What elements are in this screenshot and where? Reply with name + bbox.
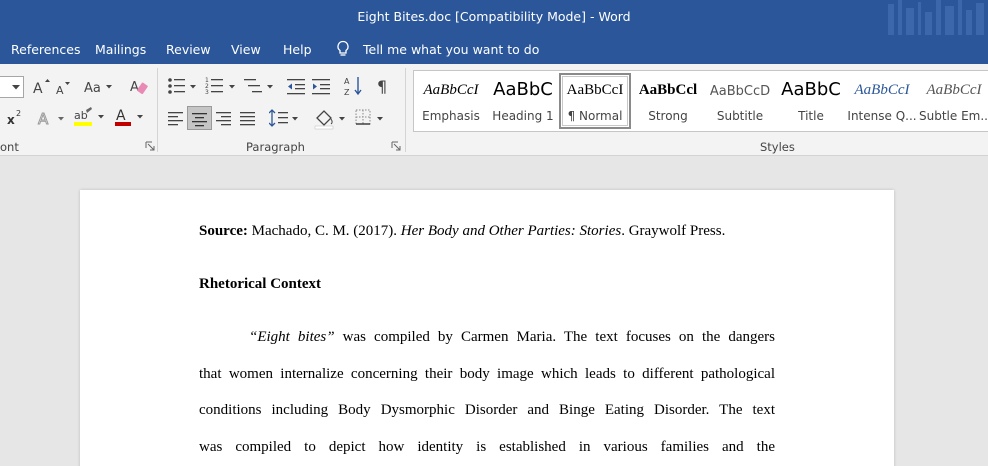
lightbulb-icon[interactable] — [334, 40, 352, 58]
multilevel-list-icon[interactable] — [244, 76, 276, 96]
ribbon-tabs: References Mailings Review View Help Tel… — [0, 35, 988, 64]
style-emphasis[interactable]: AaBbCcI Emphasis — [416, 73, 486, 129]
tab-help[interactable]: Help — [283, 42, 312, 57]
dialog-launcher-icon[interactable] — [145, 141, 155, 151]
borders-icon[interactable] — [355, 108, 387, 128]
paragraph-text: was compiled by Carmen Maria. The text f… — [334, 329, 775, 345]
section-heading[interactable]: Rhetorical Context — [199, 276, 775, 293]
styles-group-label: Styles — [760, 140, 795, 154]
chevron-down-icon — [12, 85, 20, 90]
text-effects-icon[interactable]: A — [37, 108, 67, 128]
source-book-title: Her Body and Other Parties: Stories — [400, 223, 622, 239]
quoted-title: “Eight bites” — [249, 329, 335, 345]
highlight-color-icon[interactable]: ab — [72, 106, 108, 128]
style-title[interactable]: AaBbC Title — [777, 73, 845, 129]
style-sample: AaBbCcI — [566, 82, 624, 98]
decrease-indent-icon[interactable] — [287, 76, 307, 96]
paragraph-group-label: Paragraph — [246, 140, 305, 154]
tell-me-search[interactable]: Tell me what you want to do — [363, 42, 539, 57]
tab-view[interactable]: View — [231, 42, 261, 57]
tab-mailings[interactable]: Mailings — [95, 42, 146, 57]
paragraph-line-1[interactable]: “Eight bites” was compiled by Carmen Mar… — [199, 329, 775, 346]
style-heading-1[interactable]: AaBbC Heading 1 — [488, 73, 558, 129]
source-line[interactable]: Source: Machado, C. M. (2017). Her Body … — [199, 223, 775, 240]
font-group-label: ont — [0, 140, 19, 154]
style-label: Intense Q... — [847, 109, 917, 123]
svg-text:A: A — [116, 108, 126, 124]
numbering-icon[interactable]: 123 — [205, 76, 239, 96]
increase-indent-icon[interactable] — [312, 76, 332, 96]
styles-gallery: AaBbCcI Emphasis AaBbC Heading 1 AaBbCcI… — [413, 70, 988, 132]
style-subtitle[interactable]: AaBbCcD Subtitle — [705, 73, 775, 129]
svg-text:A: A — [56, 84, 64, 96]
document-page[interactable]: Source: Machado, C. M. (2017). Her Body … — [80, 190, 894, 466]
clear-formatting-icon[interactable]: A — [130, 77, 148, 95]
style-label: Subtle Em... — [919, 109, 988, 123]
superscript-icon[interactable]: x 2 — [7, 109, 25, 127]
group-separator — [405, 68, 406, 152]
align-center-button[interactable] — [187, 106, 212, 130]
font-size-dropdown[interactable] — [0, 76, 24, 98]
svg-text:2: 2 — [16, 109, 21, 118]
style-label: Subtitle — [716, 109, 764, 123]
style-normal[interactable]: AaBbCcI ¶ Normal — [559, 73, 631, 129]
style-sample: AaBbCcl — [638, 82, 698, 98]
svg-text:A: A — [130, 80, 139, 95]
svg-text:3: 3 — [205, 89, 209, 96]
style-sample: AaBbC — [781, 79, 841, 100]
style-label: Heading 1 — [492, 109, 554, 123]
show-formatting-marks-icon[interactable]: ¶ — [376, 76, 392, 96]
tab-references[interactable]: References — [11, 42, 80, 57]
paragraph-line-3[interactable]: conditions including Body Dysmorphic Dis… — [199, 402, 775, 419]
svg-text:A: A — [38, 110, 49, 128]
style-sample: AaBbCcI — [423, 82, 479, 98]
bullets-icon[interactable] — [167, 76, 199, 96]
change-case-icon[interactable]: Aa — [84, 78, 114, 96]
dialog-launcher-icon[interactable] — [391, 141, 401, 151]
style-label: Title — [798, 109, 824, 123]
style-label: Strong — [648, 109, 688, 123]
style-sample: AaBbCcI — [854, 82, 910, 98]
svg-text:¶: ¶ — [377, 77, 387, 96]
justify-icon[interactable] — [240, 110, 256, 126]
style-label: Emphasis — [422, 109, 480, 123]
window-title: Eight Bites.doc [Compatibility Mode] - W… — [357, 9, 631, 24]
style-subtle-emphasis[interactable]: AaBbCcI Subtle Em... — [919, 73, 988, 129]
style-sample: AaBbC — [493, 79, 553, 100]
source-publisher: . Graywolf Press. — [621, 223, 726, 239]
style-label: ¶ Normal — [567, 109, 623, 123]
sort-icon[interactable]: A Z — [344, 75, 364, 97]
ribbon: A A Aa A x 2 A ab A ont 123 A Z ¶ Paragr… — [0, 64, 988, 156]
grow-font-icon[interactable]: A — [33, 78, 51, 96]
line-spacing-icon[interactable] — [269, 108, 301, 128]
title-bar: Eight Bites.doc [Compatibility Mode] - W… — [0, 0, 988, 35]
shrink-font-icon[interactable]: A — [56, 80, 72, 96]
svg-text:A: A — [344, 77, 350, 86]
svg-text:A: A — [33, 81, 43, 96]
tab-review[interactable]: Review — [166, 42, 211, 57]
style-intense-quote[interactable]: AaBbCcI Intense Q... — [847, 73, 917, 129]
align-left-icon[interactable] — [168, 110, 184, 126]
group-separator — [157, 68, 158, 152]
align-center-icon — [192, 113, 207, 127]
font-color-icon[interactable]: A — [113, 106, 147, 128]
style-sample: AaBbCcI — [926, 82, 982, 98]
paragraph-line-2[interactable]: that women internalize concerning their … — [199, 366, 775, 383]
paragraph-line-4[interactable]: was compiled to depict how identity is e… — [199, 439, 775, 456]
style-strong[interactable]: AaBbCcl Strong — [633, 73, 703, 129]
style-sample: AaBbCcD — [709, 84, 771, 99]
source-label: Source: — [199, 223, 248, 239]
source-author: Machado, C. M. (2017). — [247, 223, 401, 239]
svg-text:x: x — [7, 113, 15, 127]
shading-icon[interactable] — [314, 108, 348, 130]
svg-text:Z: Z — [344, 88, 350, 97]
align-right-icon[interactable] — [216, 110, 232, 126]
title-bar-decoration — [888, 0, 984, 35]
svg-text:ab: ab — [74, 109, 88, 122]
svg-text:Aa: Aa — [84, 81, 101, 96]
